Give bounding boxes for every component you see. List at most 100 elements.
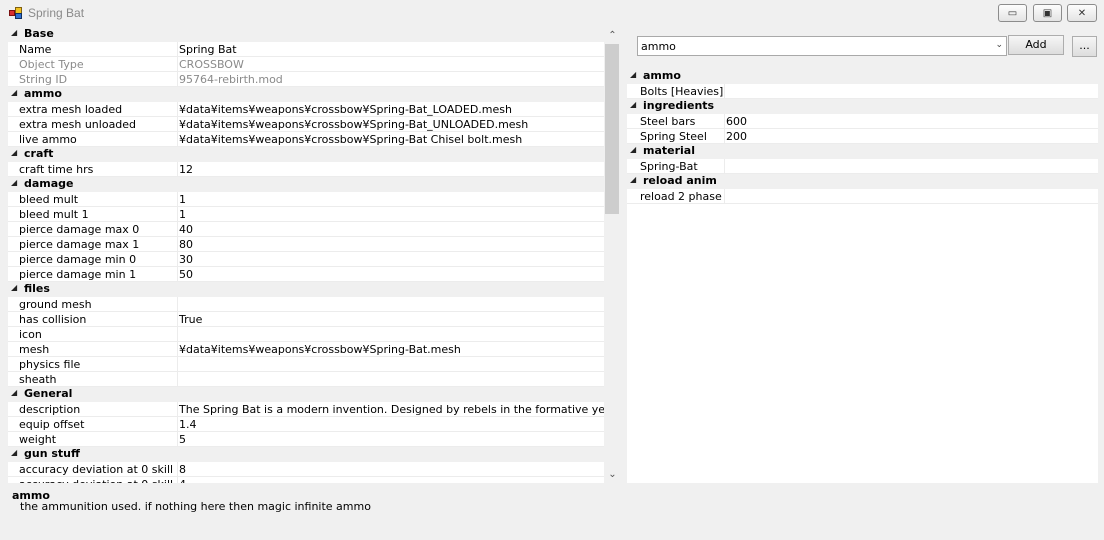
- collapse-icon[interactable]: ◢: [11, 448, 17, 457]
- property-row[interactable]: Name Spring Bat: [8, 42, 604, 57]
- property-grid[interactable]: ◢ Base Name Spring Bat Object Type CROSSBOW St…: [8, 27, 604, 483]
- collapse-icon[interactable]: ◢: [11, 148, 17, 157]
- category-row[interactable]: ◢ files: [8, 282, 604, 297]
- collapse-icon[interactable]: ◢: [630, 70, 636, 79]
- property-row[interactable]: craft time hrs 12: [8, 162, 604, 177]
- property-value[interactable]: [724, 84, 1098, 99]
- property-value[interactable]: True: [177, 312, 604, 327]
- property-row[interactable]: has collision True: [8, 312, 604, 327]
- property-row[interactable]: pierce damage min 1 50: [8, 267, 604, 282]
- property-name: mesh: [19, 343, 50, 356]
- property-name: Name: [19, 43, 52, 56]
- property-value[interactable]: 40: [177, 222, 604, 237]
- property-value[interactable]: [177, 297, 604, 312]
- collapse-icon[interactable]: ◢: [630, 100, 636, 109]
- property-row[interactable]: sheath: [8, 372, 604, 387]
- reference-grid[interactable]: ◢ ammo Bolts [Heavies] ◢ ingredients Steel ba…: [627, 69, 1098, 483]
- property-value[interactable]: [177, 357, 604, 372]
- property-value[interactable]: 50: [177, 267, 604, 282]
- property-row[interactable]: equip offset 1.4: [8, 417, 604, 432]
- property-row[interactable]: Steel bars 600: [627, 114, 1098, 129]
- collapse-icon[interactable]: ◢: [11, 28, 17, 37]
- property-value[interactable]: [724, 159, 1098, 174]
- scroll-up-icon[interactable]: ⌃: [604, 27, 621, 44]
- property-value[interactable]: 80: [177, 237, 604, 252]
- property-row[interactable]: Spring Steel 200: [627, 129, 1098, 144]
- category-row[interactable]: ◢ material: [627, 144, 1098, 159]
- property-row[interactable]: extra mesh loaded ¥data¥items¥weapons¥cro…: [8, 102, 604, 117]
- property-row[interactable]: String ID 95764-rebirth.mod: [8, 72, 604, 87]
- property-value[interactable]: 1: [177, 192, 604, 207]
- more-button[interactable]: ...: [1072, 36, 1097, 57]
- property-row[interactable]: pierce damage min 0 30: [8, 252, 604, 267]
- property-value[interactable]: 1: [177, 207, 604, 222]
- property-grid-scrollbar[interactable]: ⌃ ⌄: [604, 27, 621, 483]
- category-row[interactable]: ◢ reload anim: [627, 174, 1098, 189]
- property-row[interactable]: weight 5: [8, 432, 604, 447]
- property-value[interactable]: 4: [177, 477, 604, 483]
- collapse-icon[interactable]: ◢: [630, 175, 636, 184]
- property-value[interactable]: ¥data¥items¥weapons¥crossbow¥Spring-Bat_…: [177, 102, 604, 117]
- property-value[interactable]: 5: [177, 432, 604, 447]
- property-row[interactable]: extra mesh unloaded ¥data¥items¥weapons¥c…: [8, 117, 604, 132]
- property-value[interactable]: 200: [724, 129, 1098, 144]
- property-name: pierce damage max 0: [19, 223, 140, 236]
- property-name: accuracy deviation at 0 skill 1: [19, 477, 177, 483]
- property-row[interactable]: bleed mult 1 1: [8, 207, 604, 222]
- property-row[interactable]: live ammo ¥data¥items¥weapons¥crossbow¥Sp…: [8, 132, 604, 147]
- property-value[interactable]: ¥data¥items¥weapons¥crossbow¥Spring-Bat …: [177, 132, 604, 147]
- property-row[interactable]: accuracy deviation at 0 skill 8: [8, 462, 604, 477]
- property-row[interactable]: physics file: [8, 357, 604, 372]
- app-icon: [9, 7, 23, 19]
- collapse-icon[interactable]: ◢: [11, 283, 17, 292]
- property-row[interactable]: ground mesh: [8, 297, 604, 312]
- chevron-down-icon[interactable]: ⌄: [995, 40, 1003, 50]
- category-row[interactable]: ◢ craft: [8, 147, 604, 162]
- category-row[interactable]: ◢ ingredients: [627, 99, 1098, 114]
- property-row[interactable]: reload 2 phase: [627, 189, 1098, 204]
- category-row[interactable]: ◢ gun stuff: [8, 447, 604, 462]
- category-row[interactable]: ◢ General: [8, 387, 604, 402]
- property-row[interactable]: mesh ¥data¥items¥weapons¥crossbow¥Spring-…: [8, 342, 604, 357]
- close-button[interactable]: ✕: [1067, 4, 1097, 22]
- property-name: live ammo: [19, 133, 77, 146]
- property-value[interactable]: 1.4: [177, 417, 604, 432]
- collapse-icon[interactable]: ◢: [11, 388, 17, 397]
- property-row[interactable]: Bolts [Heavies]: [627, 84, 1098, 99]
- category-row[interactable]: ◢ Base: [8, 27, 604, 42]
- collapse-icon[interactable]: ◢: [11, 88, 17, 97]
- property-value[interactable]: 12: [177, 162, 604, 177]
- property-row[interactable]: Object Type CROSSBOW: [8, 57, 604, 72]
- property-value[interactable]: The Spring Bat is a modern invention. De…: [177, 402, 604, 417]
- property-value[interactable]: 30: [177, 252, 604, 267]
- property-row[interactable]: Spring-Bat: [627, 159, 1098, 174]
- property-row[interactable]: accuracy deviation at 0 skill 14: [8, 477, 604, 483]
- property-value[interactable]: 8: [177, 462, 604, 477]
- property-row[interactable]: pierce damage max 0 40: [8, 222, 604, 237]
- property-row[interactable]: pierce damage max 1 80: [8, 237, 604, 252]
- property-value[interactable]: 95764-rebirth.mod: [177, 72, 604, 87]
- property-value[interactable]: ¥data¥items¥weapons¥crossbow¥Spring-Bat.…: [177, 342, 604, 357]
- property-row[interactable]: description The Spring Bat is a modern in…: [8, 402, 604, 417]
- category-row[interactable]: ◢ damage: [8, 177, 604, 192]
- category-row[interactable]: ◢ ammo: [8, 87, 604, 102]
- property-value[interactable]: Spring Bat: [177, 42, 604, 57]
- property-value[interactable]: 600: [724, 114, 1098, 129]
- reference-type-dropdown[interactable]: ammo ⌄: [637, 36, 1007, 56]
- scroll-down-icon[interactable]: ⌄: [604, 466, 621, 483]
- scroll-thumb[interactable]: [605, 44, 619, 214]
- minimize-button[interactable]: ▭: [998, 4, 1027, 22]
- category-row[interactable]: ◢ ammo: [627, 69, 1098, 84]
- property-row[interactable]: icon: [8, 327, 604, 342]
- property-value[interactable]: [724, 189, 1098, 204]
- property-value[interactable]: [177, 372, 604, 387]
- dropdown-value: ammo: [641, 40, 676, 53]
- maximize-button[interactable]: ▣: [1033, 4, 1062, 22]
- property-row[interactable]: bleed mult 1: [8, 192, 604, 207]
- collapse-icon[interactable]: ◢: [11, 178, 17, 187]
- property-value[interactable]: CROSSBOW: [177, 57, 604, 72]
- collapse-icon[interactable]: ◢: [630, 145, 636, 154]
- add-button[interactable]: Add: [1008, 35, 1064, 55]
- property-value[interactable]: [177, 327, 604, 342]
- property-value[interactable]: ¥data¥items¥weapons¥crossbow¥Spring-Bat_…: [177, 117, 604, 132]
